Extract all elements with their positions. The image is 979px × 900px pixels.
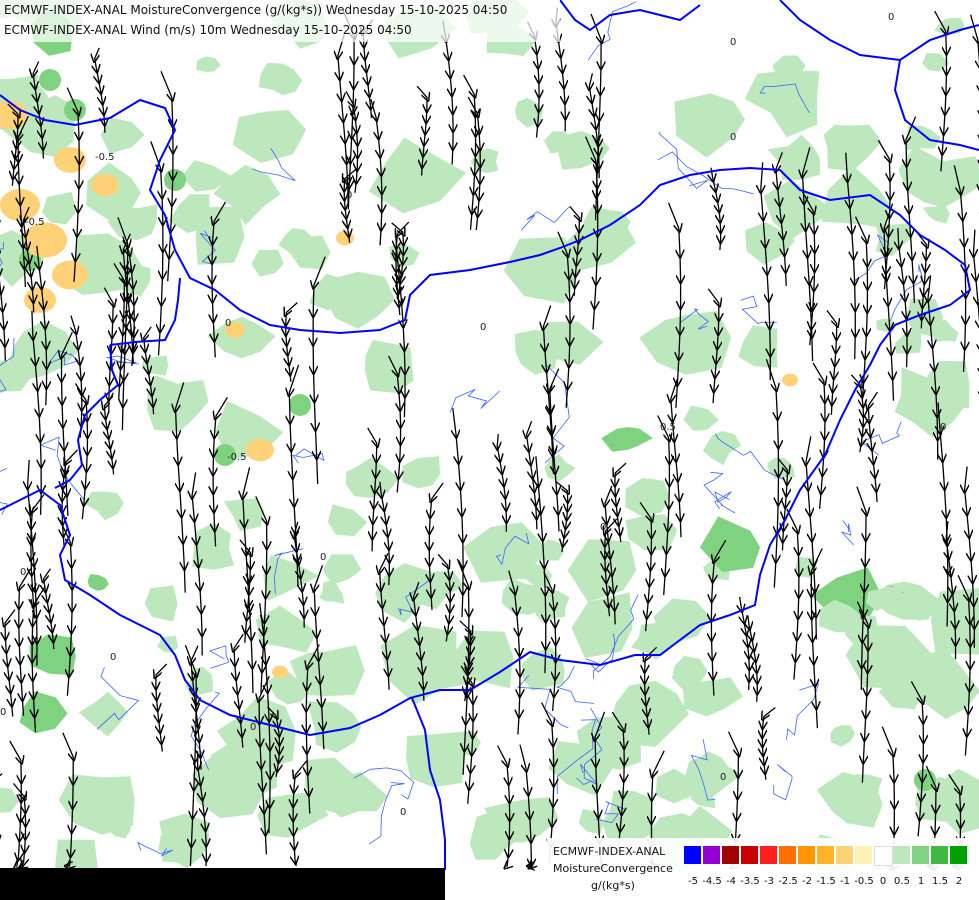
legend-tick-label: 0.5 (894, 876, 910, 887)
contour-label: 0 (250, 722, 256, 733)
legend-swatch (874, 846, 893, 866)
map-canvas: 0 0 0 -0.5 -0.5 -0.5 0 0.5 0 0 0 0 0 0 0 0 0 0 0 0 (0, 0, 979, 900)
legend-tick-label: -1.5 (816, 876, 836, 887)
legend-swatch (741, 846, 758, 864)
legend-swatch (684, 846, 701, 864)
legend-tick-label: -2 (802, 876, 812, 887)
strong-convergence-patch (164, 169, 186, 191)
contour-label: 0.5 (660, 422, 676, 433)
contour-label: 0 (730, 37, 736, 48)
divergence-patch (336, 230, 354, 246)
contour-label: 0 (888, 12, 894, 23)
contour-label: 0 (0, 707, 6, 718)
legend-swatch (817, 846, 834, 864)
contour-label: -0.5 (227, 452, 247, 463)
legend-swatch (779, 846, 796, 864)
contour-label: 0 (346, 190, 352, 201)
legend-swatch (931, 846, 948, 864)
strong-convergence-patch (39, 69, 61, 91)
contour-label: 0 (400, 807, 406, 818)
legend-unit: g/(kg*s) (591, 879, 635, 892)
title-wind: ECMWF-INDEX-ANAL Wind (m/s) 10m Wednesda… (4, 23, 412, 37)
legend-swatch (703, 846, 720, 864)
divergence-patch (272, 665, 288, 679)
divergence-patch (782, 373, 798, 387)
legend-tick-label: -3 (764, 876, 774, 887)
contour-label: 0 (720, 772, 726, 783)
legend-swatch (893, 846, 910, 864)
legend-tick-label: 2 (955, 876, 963, 887)
legend-tick-label: 0 (879, 876, 887, 887)
divergence-patch (24, 287, 56, 313)
legend-tick-label: -5 (688, 876, 698, 887)
contour-label: 0 (730, 132, 736, 143)
convergence-patch (365, 339, 414, 393)
contour-label: 0 (600, 522, 606, 533)
divergence-patch (54, 147, 86, 173)
legend-tick-label: -2.5 (778, 876, 798, 887)
legend-tick-label: 1 (917, 876, 925, 887)
contour-label: 0 (480, 322, 486, 333)
contour-label: 0 (20, 567, 26, 578)
contour-label: -0.5 (95, 152, 115, 163)
legend-tick-label: -3.5 (740, 876, 760, 887)
strong-convergence-patch (64, 99, 86, 121)
contour-label: 0 (940, 422, 946, 433)
divergence-patch (246, 438, 274, 462)
title-box: ECMWF-INDEX-ANAL MoistureConvergence (g/… (0, 0, 560, 42)
legend-swatch (760, 846, 777, 864)
color-legend: ECMWF-INDEX-ANAL MoistureConvergence g/(… (547, 838, 979, 900)
legend-swatch (836, 846, 853, 864)
legend-swatch (855, 846, 872, 864)
legend-tick-label: -0.5 (854, 876, 874, 887)
legend-swatch (722, 846, 739, 864)
strong-convergence-patch (289, 394, 311, 416)
legend-model: ECMWF-INDEX-ANAL (553, 845, 666, 858)
contour-label: 0 (320, 552, 326, 563)
legend-swatch (798, 846, 815, 864)
contour-label: -0.5 (25, 217, 45, 228)
legend-parameter: MoistureConvergence (553, 862, 673, 875)
divergence-patch (52, 260, 88, 290)
legend-swatch (912, 846, 929, 864)
no-data-strip (0, 868, 445, 900)
contour-label: 0 (860, 612, 866, 623)
contour-label: 0 (225, 318, 231, 329)
legend-tick-label: 1.5 (932, 876, 948, 887)
legend-tick-label: -4 (726, 876, 736, 887)
legend-swatch (950, 846, 967, 864)
legend-tick-label: -4.5 (702, 876, 722, 887)
title-moisture-convergence: ECMWF-INDEX-ANAL MoistureConvergence (g/… (4, 3, 508, 17)
contour-label: 0 (110, 652, 116, 663)
legend-tick-label: -1 (840, 876, 850, 887)
divergence-patch (91, 173, 119, 197)
